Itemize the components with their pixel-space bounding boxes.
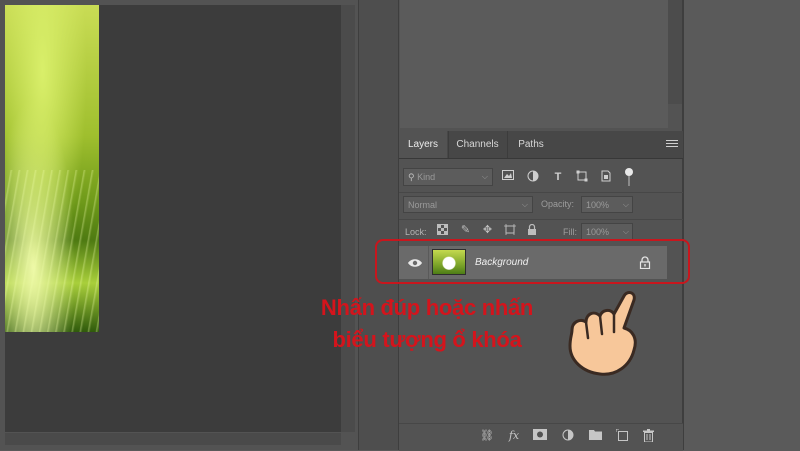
chevron-down-icon: ⌵ (521, 200, 528, 209)
fx-icon[interactable]: fx (507, 429, 521, 443)
chevron-down-icon: ⌵ (622, 200, 629, 209)
fill-field[interactable]: 100% ⌵ (581, 223, 633, 240)
photo-grass-detail (5, 170, 99, 332)
smart-object-filter-icon[interactable] (599, 170, 613, 184)
horizontal-scrollbar[interactable] (5, 433, 341, 445)
search-icon: ⚲ (408, 172, 418, 182)
instruction-line-2: biểu tượng ổ khóa (332, 327, 522, 352)
upper-panel (400, 0, 668, 128)
tab-paths[interactable]: Paths (507, 131, 554, 158)
chevron-down-icon: ⌵ (481, 172, 488, 181)
shape-filter-icon[interactable] (575, 170, 589, 184)
lock-image-pixels-icon[interactable]: ✎ (459, 224, 472, 237)
vertical-scrollbar[interactable] (341, 5, 355, 432)
instruction-text: Nhấn đúp hoặc nhấn biểu tượng ổ khóa (282, 292, 572, 356)
panel-menu-icon[interactable] (666, 140, 678, 149)
opacity-field[interactable]: 100% ⌵ (581, 196, 633, 213)
kind-filter-select[interactable]: ⚲ Kind ⌵ (403, 168, 493, 186)
right-dock-area (686, 0, 800, 450)
folder-icon[interactable] (588, 429, 602, 443)
lock-label: Lock: (405, 227, 427, 237)
tab-channels[interactable]: Channels (448, 131, 506, 158)
lock-transparent-pixels-icon[interactable] (436, 224, 449, 237)
type-filter-icon[interactable]: T (551, 170, 565, 184)
highlight-box (375, 239, 690, 284)
image-filter-icon[interactable] (501, 170, 515, 184)
adjustment-filter-icon[interactable] (526, 170, 540, 184)
lock-position-icon[interactable]: ✥ (481, 224, 494, 237)
lock-artboard-icon[interactable] (503, 224, 516, 237)
blend-mode-value: Normal (408, 200, 438, 210)
lock-all-icon[interactable] (525, 223, 538, 237)
tab-layers[interactable]: Layers (399, 131, 447, 158)
filter-toggle-stem (628, 176, 630, 186)
fill-label: Fill: (563, 227, 577, 237)
trash-icon[interactable] (641, 429, 655, 443)
link-icon[interactable]: ⛓ (480, 429, 494, 443)
pointing-hand-icon (558, 288, 660, 380)
filter-toggle-icon[interactable] (625, 168, 633, 176)
upper-panel-scrollbar[interactable] (668, 0, 682, 104)
adjustment-icon[interactable] (561, 429, 575, 443)
panel-dock-divider (358, 0, 399, 450)
row-separator (399, 192, 683, 193)
mask-icon[interactable] (533, 429, 547, 443)
blend-mode-select[interactable]: Normal ⌵ (403, 196, 533, 213)
opacity-value: 100% (586, 200, 610, 210)
opacity-label: Opacity: (541, 199, 575, 209)
fill-value: 100% (586, 227, 610, 237)
chevron-down-icon: ⌵ (622, 227, 629, 236)
row-separator (399, 219, 683, 220)
instruction-line-1: Nhấn đúp hoặc nhấn (320, 295, 534, 320)
layers-panel-tabbar: Layers Channels Paths (399, 131, 683, 159)
new-layer-icon[interactable] (615, 428, 629, 443)
kind-filter-value: Kind (417, 172, 436, 182)
